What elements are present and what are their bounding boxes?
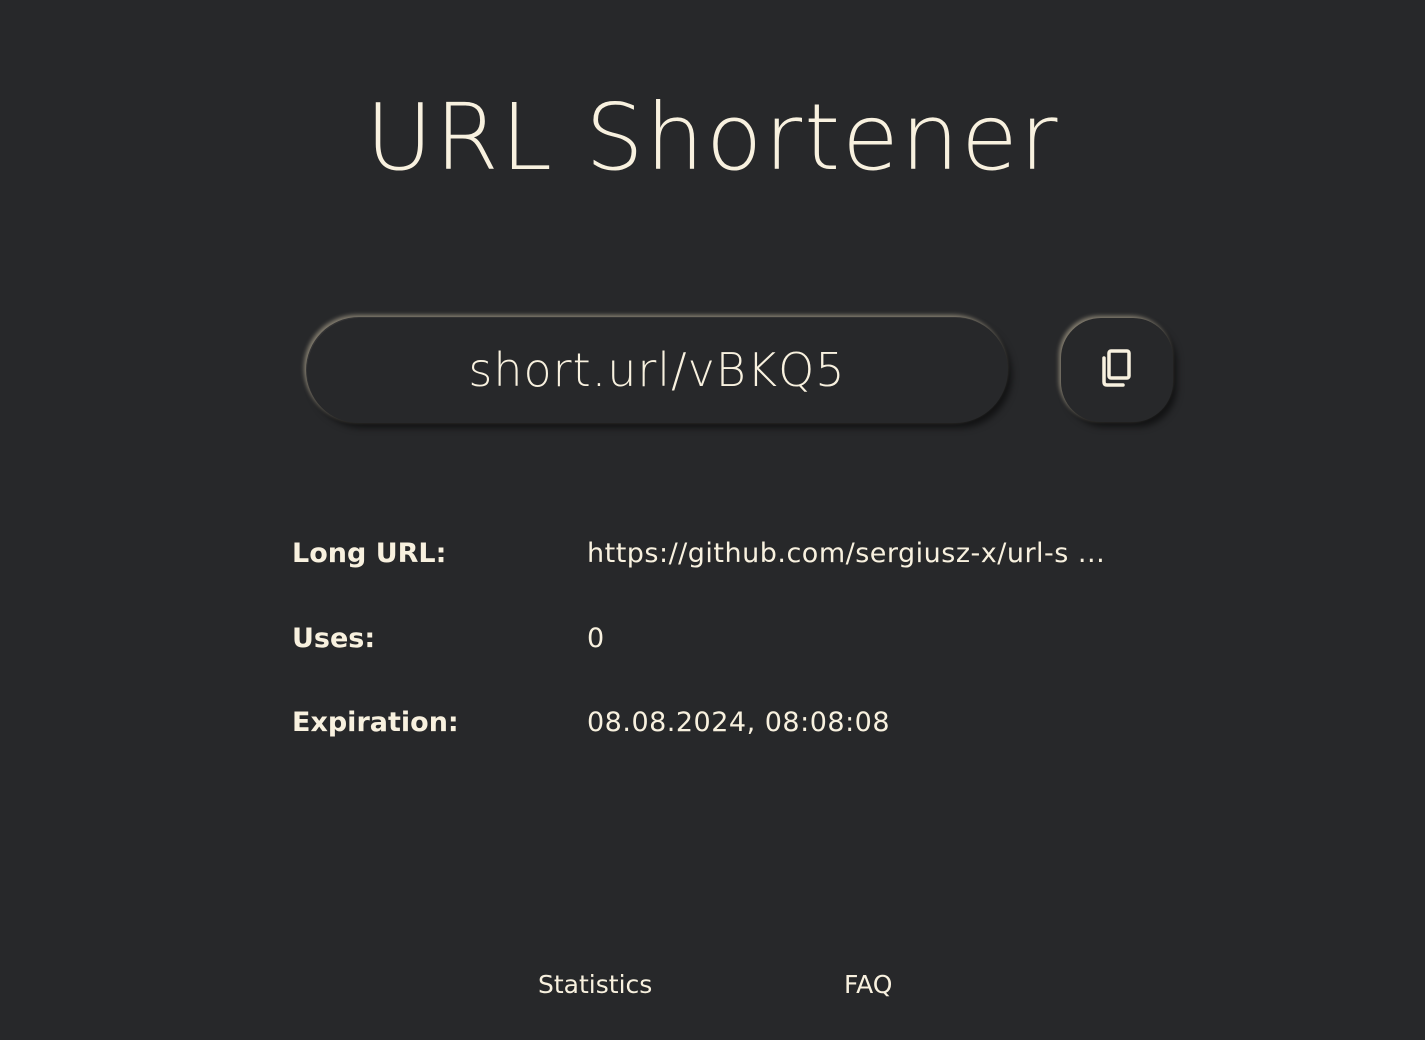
uses-row: Uses: 0 [292, 613, 1172, 663]
page-title: URL Shortener [365, 84, 1060, 191]
long-url-label: Long URL: [292, 537, 447, 569]
faq-link[interactable]: FAQ [844, 970, 892, 999]
uses-value: 0 [587, 622, 605, 654]
uses-label: Uses: [292, 622, 376, 654]
long-url-value: https://github.com/sergiusz-x/url-s ... [587, 537, 1106, 569]
statistics-link[interactable]: Statistics [538, 970, 652, 999]
copy-icon [1100, 348, 1134, 392]
expiration-label: Expiration: [292, 706, 459, 738]
expiration-row: Expiration: 08.08.2024, 08:08:08 [292, 697, 1172, 747]
expiration-value: 08.08.2024, 08:08:08 [587, 706, 891, 738]
long-url-row: Long URL: https://github.com/sergiusz-x/… [292, 528, 1172, 578]
short-url-text[interactable]: short.url/vBKQ5 [468, 343, 845, 397]
short-url-display[interactable]: short.url/vBKQ5 [306, 317, 1008, 423]
copy-button[interactable] [1061, 318, 1173, 422]
